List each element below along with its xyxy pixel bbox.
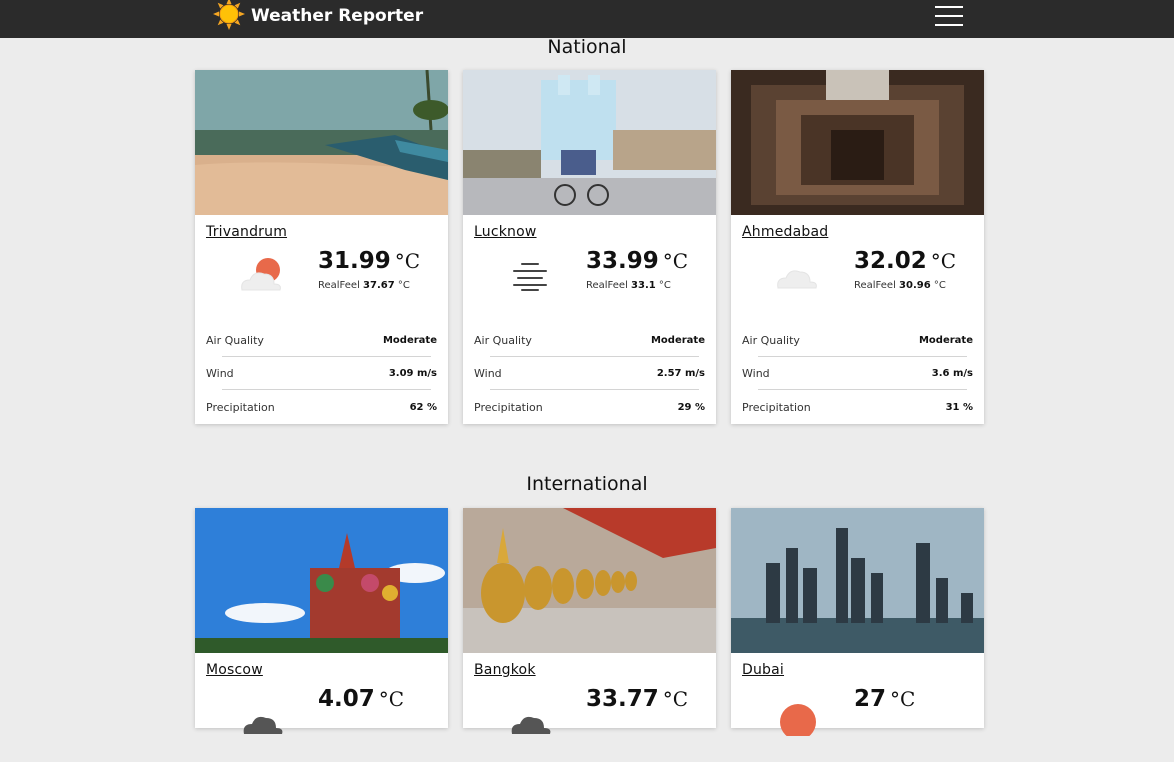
sun-icon [742, 684, 854, 744]
navbar: Weather Reporter [0, 0, 1174, 38]
brand[interactable]: Weather Reporter [213, 0, 423, 32]
cloud-icon [742, 246, 854, 306]
city-card: Trivandrum 31.99 °C RealFeel 37.67 °C Air… [195, 70, 448, 424]
city-photo-lucknow [463, 70, 716, 215]
city-card: Ahmedabad 32.02 °C RealFeel 30.96 °C Air … [731, 70, 984, 424]
temperature: 32.02 °C [854, 248, 957, 274]
city-link[interactable]: Lucknow [474, 224, 537, 240]
city-photo-dubai [731, 508, 984, 653]
city-card: Moscow 4.07 °C [195, 508, 448, 734]
dark-cloud-icon [206, 684, 318, 744]
wind-row: Wind 3.09 m/s [206, 366, 437, 380]
city-photo-bangkok [463, 508, 716, 653]
temperature: 27 °C [854, 686, 916, 712]
wind-row: Wind 3.6 m/s [742, 366, 973, 380]
realfeel: RealFeel 37.67 °C [318, 280, 410, 291]
temperature: 4.07 °C [318, 686, 405, 712]
section-title-international: International [526, 473, 648, 495]
city-photo-ahmedabad [731, 70, 984, 215]
wind-row: Wind 2.57 m/s [474, 366, 705, 380]
city-photo-moscow [195, 508, 448, 653]
city-link[interactable]: Ahmedabad [742, 224, 828, 240]
air-quality-row: Air Quality Moderate [742, 333, 973, 347]
city-link[interactable]: Moscow [206, 662, 263, 678]
temperature: 31.99 °C [318, 248, 421, 274]
sun-logo-icon [213, 0, 245, 34]
city-link[interactable]: Trivandrum [206, 224, 287, 240]
city-link[interactable]: Bangkok [474, 662, 536, 678]
city-photo-trivandrum [195, 70, 448, 215]
city-card: Lucknow 33.99 °C RealFeel 33.1 °C Air Qu… [463, 70, 716, 424]
haze-icon [474, 246, 586, 306]
app-title: Weather Reporter [251, 6, 424, 26]
dark-cloud-icon [474, 684, 586, 744]
city-card: Bangkok 33.77 °C [463, 508, 716, 734]
temperature: 33.99 °C [586, 248, 689, 274]
city-link[interactable]: Dubai [742, 662, 784, 678]
temperature: 33.77 °C [586, 686, 689, 712]
realfeel: RealFeel 30.96 °C [854, 280, 946, 291]
air-quality-row: Air Quality Moderate [206, 333, 437, 347]
precipitation-row: Precipitation 31 % [742, 400, 973, 414]
menu-icon[interactable] [935, 6, 963, 26]
section-title-national: National [547, 36, 627, 58]
precipitation-row: Precipitation 62 % [206, 400, 437, 414]
air-quality-row: Air Quality Moderate [474, 333, 705, 347]
national-cards: Trivandrum 31.99 °C RealFeel 37.67 °C Air… [195, 70, 985, 424]
international-cards: Moscow 4.07 °C Bangkok 33.77 °C Dubai 27… [195, 508, 985, 736]
city-card: Dubai 27 °C [731, 508, 984, 736]
realfeel: RealFeel 33.1 °C [586, 280, 671, 291]
partly-sunny-icon [206, 246, 318, 306]
precipitation-row: Precipitation 29 % [474, 400, 705, 414]
